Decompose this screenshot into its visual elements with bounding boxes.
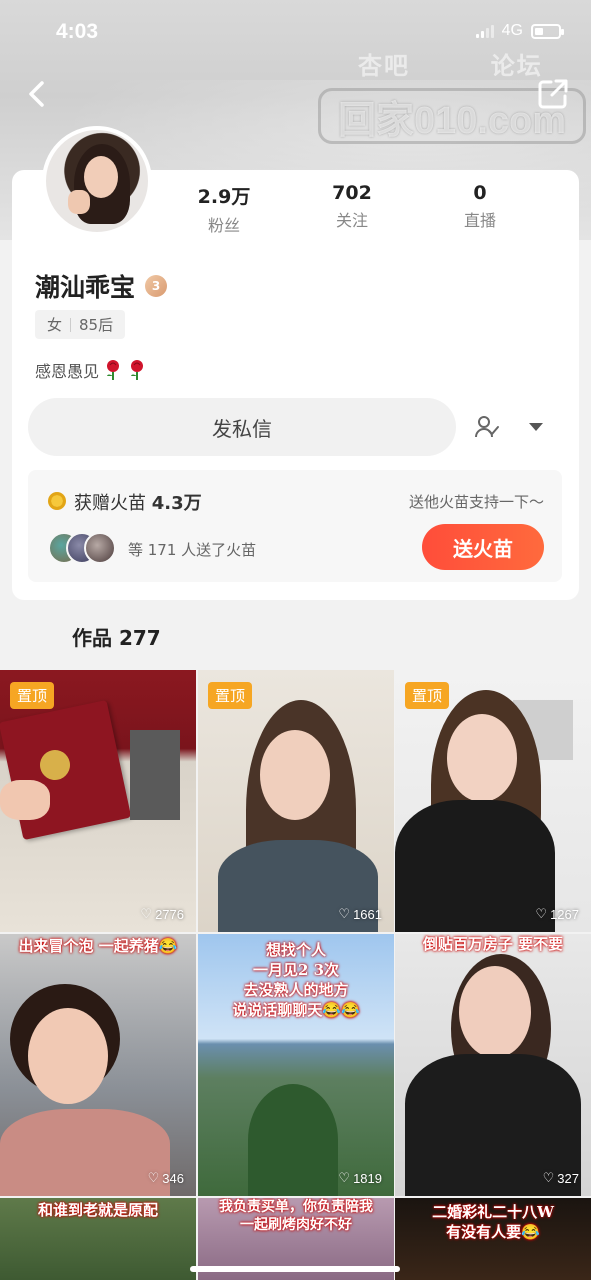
heart-icon: ♡ — [542, 1170, 555, 1185]
share-icon[interactable] — [535, 76, 571, 112]
work-item[interactable]: 想找个人 一月见2 3次 去没熟人的地方 说说话聊聊天😂😂 ♡ 1819 — [198, 934, 394, 1196]
rose-icon — [107, 360, 120, 380]
stat-live[interactable]: 0 直播 — [416, 182, 544, 236]
rose-icon — [131, 360, 144, 380]
heart-icon: ♡ — [140, 906, 153, 921]
send-fire-button[interactable]: 送火苗 — [422, 524, 544, 570]
work-item[interactable]: 置顶 ♡ 1661 — [198, 670, 394, 932]
home-indicator[interactable] — [190, 1266, 400, 1272]
heart-icon: ♡ — [535, 906, 548, 921]
follow-user-icon[interactable] — [474, 414, 500, 440]
fire-title-prefix: 获赠火苗 — [74, 493, 152, 514]
stat-value: 702 — [332, 182, 372, 204]
status-time: 4:03 — [56, 20, 99, 43]
works-tab-label[interactable]: 作品 277 — [72, 622, 161, 651]
fire-gift-panel: 获赠火苗 4.3万 送他火苗支持一下～ 等 171 人送了火苗 送火苗 — [28, 470, 562, 582]
fire-title: 获赠火苗 4.3万 — [74, 489, 202, 515]
tag-divider — [70, 317, 72, 332]
network-label: 4G — [501, 22, 523, 39]
work-caption: 二婚彩礼二十八W 有没有人要😂 — [432, 1203, 554, 1241]
stat-label: 粉丝 — [207, 216, 240, 235]
work-caption: 倒贴百万房子 要不要 — [422, 935, 564, 953]
like-count-value: 1267 — [550, 906, 579, 922]
fire-sender-avatars[interactable] — [48, 532, 118, 564]
age-tag: 85后 — [79, 316, 114, 334]
like-count-value: 2776 — [155, 906, 184, 922]
work-caption: 出来冒个泡 一起养猪😂 — [18, 937, 178, 955]
like-count-value: 1819 — [353, 1170, 382, 1186]
work-item[interactable]: 倒贴百万房子 要不要 ♡ 327 — [395, 934, 591, 1196]
work-caption: 和谁到老就是原配 — [37, 1201, 158, 1219]
fire-sender-count[interactable]: 等 171 人送了火苗 — [128, 539, 256, 560]
heart-icon: ♡ — [147, 1170, 160, 1185]
heart-icon: ♡ — [338, 906, 351, 921]
profile-stats: 2.9万 粉丝 702 关注 0 直播 — [160, 182, 580, 236]
fire-coin-icon — [48, 492, 66, 510]
pinned-badge: 置顶 — [10, 682, 55, 709]
pinned-badge: 置顶 — [405, 682, 450, 709]
stat-following[interactable]: 702 关注 — [288, 182, 416, 236]
username-text: 潮汕乖宝 — [35, 273, 136, 302]
stat-followers[interactable]: 2.9万 粉丝 — [160, 182, 288, 236]
like-count: ♡ 1819 — [338, 1170, 382, 1186]
like-count: ♡ 346 — [148, 1170, 184, 1186]
stat-value: 2.9万 — [197, 186, 251, 208]
avatar[interactable] — [42, 126, 152, 236]
stat-label: 关注 — [335, 211, 368, 230]
status-bar: 4:03 4G — [0, 0, 591, 64]
work-item[interactable]: 和谁到老就是原配 — [0, 1198, 196, 1280]
chevron-down-icon[interactable] — [527, 420, 545, 434]
like-count-value: 1661 — [353, 906, 382, 922]
battery-icon — [531, 23, 564, 39]
status-icons: 4G — [475, 22, 564, 40]
like-count: ♡ 1267 — [535, 906, 579, 922]
work-caption: 我负责买单，你负责陪我 一起刷烤肉好不好 — [219, 1199, 373, 1233]
pinned-badge: 置顶 — [208, 682, 253, 709]
work-item[interactable]: 二婚彩礼二十八W 有没有人要😂 — [395, 1198, 591, 1280]
fire-hint: 送他火苗支持一下～ — [408, 493, 544, 511]
level-badge: 3 — [145, 275, 168, 297]
gender-tag: 女 — [47, 316, 63, 334]
heart-icon: ♡ — [338, 1170, 351, 1185]
work-item[interactable]: 置顶 ♡ 2776 — [0, 670, 196, 932]
like-count-value: 327 — [557, 1170, 579, 1186]
profile-tag: 女 85后 — [35, 310, 126, 339]
like-count: ♡ 327 — [543, 1170, 579, 1186]
stat-label: 直播 — [463, 211, 496, 230]
username: 潮汕乖宝 3 — [35, 268, 168, 304]
like-count: ♡ 1661 — [338, 906, 382, 922]
stat-value: 0 — [473, 182, 487, 204]
like-count: ♡ 2776 — [140, 906, 184, 922]
signal-icon — [475, 24, 494, 38]
work-item[interactable]: 置顶 ♡ 1267 — [395, 670, 591, 932]
bio: 感恩愚见 — [35, 358, 147, 382]
bio-text: 感恩愚见 — [35, 362, 100, 381]
back-arrow-icon[interactable] — [22, 78, 54, 110]
send-message-button[interactable]: 发私信 — [28, 398, 456, 456]
like-count-value: 346 — [162, 1170, 184, 1186]
fire-amount: 4.3万 — [151, 493, 202, 514]
work-caption: 想找个人 一月见2 3次 去没熟人的地方 说说话聊聊天😂😂 — [232, 941, 360, 1019]
work-item[interactable]: 出来冒个泡 一起养猪😂 ♡ 346 — [0, 934, 196, 1196]
